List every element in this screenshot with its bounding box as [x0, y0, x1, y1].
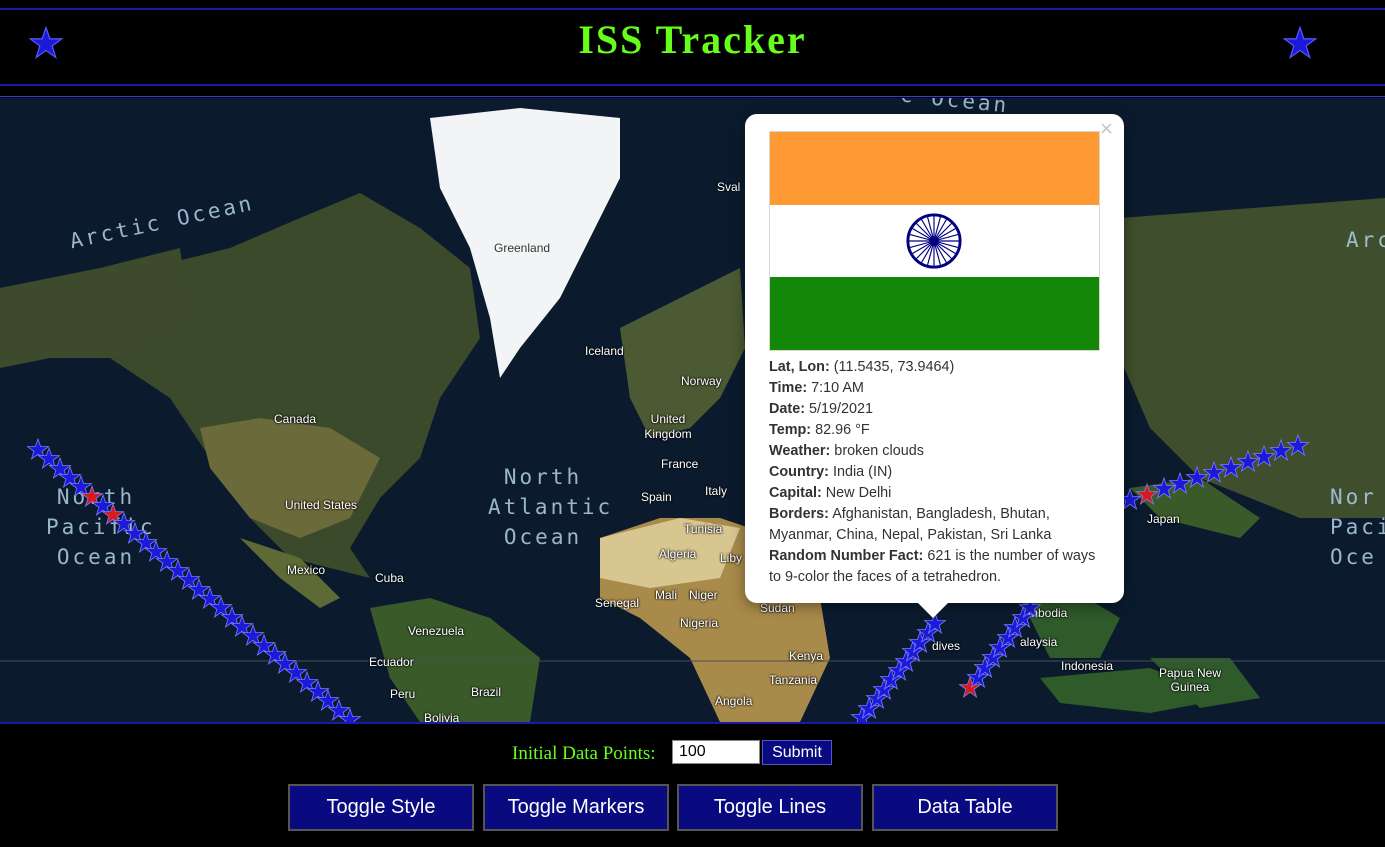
- place-label: Cuba: [375, 571, 404, 585]
- popup-tip: [917, 602, 949, 618]
- ocean-label-north-atlantic: North Atlantic Ocean: [488, 465, 614, 549]
- submit-button[interactable]: Submit: [762, 740, 832, 765]
- place-label: Tanzania: [769, 673, 818, 687]
- popup-field-label: Capital:: [769, 485, 822, 501]
- place-label: Angola: [715, 694, 753, 708]
- popup-field-row: Lat, Lon: (11.5435, 73.9464): [769, 357, 1099, 378]
- location-popup: × Lat, Lon: (11.5435, 73.9464) Time: 7:10…: [745, 114, 1124, 603]
- place-label: Senegal: [595, 596, 640, 610]
- place-label: Kenya: [789, 649, 824, 663]
- popup-field-row: Capital: New Delhi: [769, 483, 1099, 504]
- place-label: Mexico: [287, 563, 326, 577]
- country-flag: [769, 131, 1100, 351]
- popup-field-label: Lat, Lon:: [769, 359, 830, 375]
- popup-field-value: 7:10 AM: [807, 380, 864, 396]
- popup-field-value: 82.96 °F: [811, 422, 870, 438]
- place-label: Nigeria: [680, 616, 719, 630]
- popup-field-label: Temp:: [769, 422, 812, 438]
- popup-field-label: Weather:: [769, 443, 831, 459]
- popup-close-button[interactable]: ×: [1099, 118, 1114, 139]
- popup-field-value: (11.5435, 73.9464): [829, 359, 955, 375]
- place-label: Papua New Guinea: [1158, 666, 1222, 694]
- place-label: Brazil: [471, 685, 502, 699]
- place-label: Sudan: [760, 601, 795, 615]
- popup-field-label: Country:: [769, 464, 829, 480]
- place-label: Liby: [720, 551, 743, 565]
- place-label: United Kingdom: [644, 412, 692, 441]
- toggle-lines-button[interactable]: Toggle Lines: [677, 784, 863, 831]
- popup-field-row: Borders: Afghanistan, Bangladesh, Bhutan…: [769, 504, 1099, 546]
- star-icon: [1282, 25, 1318, 62]
- data-points-input[interactable]: [672, 740, 760, 764]
- place-label: Ecuador: [369, 655, 414, 669]
- popup-field-value: New Delhi: [821, 485, 892, 501]
- place-label: Japan: [1147, 512, 1180, 526]
- map-bottom-border: [0, 722, 1385, 724]
- place-label: United States: [285, 498, 358, 512]
- popup-field-label: Time:: [769, 380, 808, 396]
- iss-star-marker-icon[interactable]: [338, 708, 362, 722]
- place-label: Sval: [717, 180, 741, 194]
- iss-star-marker-icon[interactable]: [1286, 434, 1310, 458]
- popup-details: Lat, Lon: (11.5435, 73.9464) Time: 7:10 A…: [769, 357, 1099, 588]
- place-label: Mali: [655, 588, 678, 602]
- popup-field-row: Country: India (IN): [769, 462, 1099, 483]
- toggle-style-button[interactable]: Toggle Style: [288, 784, 474, 831]
- popup-field-row: Temp: 82.96 °F: [769, 420, 1099, 441]
- data-points-label: Initial Data Points:: [512, 743, 656, 764]
- place-label: Algeria: [659, 547, 697, 561]
- place-label: Niger: [689, 588, 718, 602]
- header-divider: [0, 96, 1385, 97]
- ocean-label-arctic-right: Arc: [1346, 228, 1385, 252]
- ashoka-chakra-icon: [906, 213, 962, 269]
- data-table-button[interactable]: Data Table: [872, 784, 1058, 831]
- popup-field-row: Time: 7:10 AM: [769, 378, 1099, 399]
- world-map[interactable]: Arctic Ocean Arc c Ocean North Atlantic …: [0, 98, 1385, 722]
- place-label: Greenland: [494, 241, 551, 255]
- place-label: Iceland: [585, 344, 624, 358]
- popup-field-row: Random Number Fact: 621 is the number of…: [769, 546, 1099, 588]
- place-label: Canada: [274, 412, 317, 426]
- popup-field-label: Date:: [769, 401, 805, 417]
- place-label: Bolivia: [424, 711, 460, 722]
- place-label: Tunisia: [684, 522, 723, 536]
- place-label: Spain: [641, 490, 672, 504]
- place-label: Norway: [681, 374, 722, 388]
- place-label: Italy: [705, 484, 728, 498]
- page-title: ISS Tracker: [578, 17, 807, 62]
- toggle-markers-button[interactable]: Toggle Markers: [483, 784, 669, 831]
- place-label: France: [661, 457, 699, 471]
- place-label: Venezuela: [408, 624, 465, 638]
- star-icon: [28, 25, 64, 62]
- popup-field-row: Date: 5/19/2021: [769, 399, 1099, 420]
- popup-field-label: Borders:: [769, 506, 829, 522]
- popup-field-value: broken clouds: [830, 443, 924, 459]
- popup-field-value: 5/19/2021: [804, 401, 874, 417]
- popup-field-value: India (IN): [828, 464, 893, 480]
- ocean-label-north-pacific-right: Nor Paci Oce: [1330, 485, 1385, 569]
- popup-field-label: Random Number Fact:: [769, 548, 924, 564]
- place-label: Indonesia: [1061, 659, 1114, 673]
- place-label: Peru: [390, 687, 416, 701]
- popup-field-row: Weather: broken clouds: [769, 441, 1099, 462]
